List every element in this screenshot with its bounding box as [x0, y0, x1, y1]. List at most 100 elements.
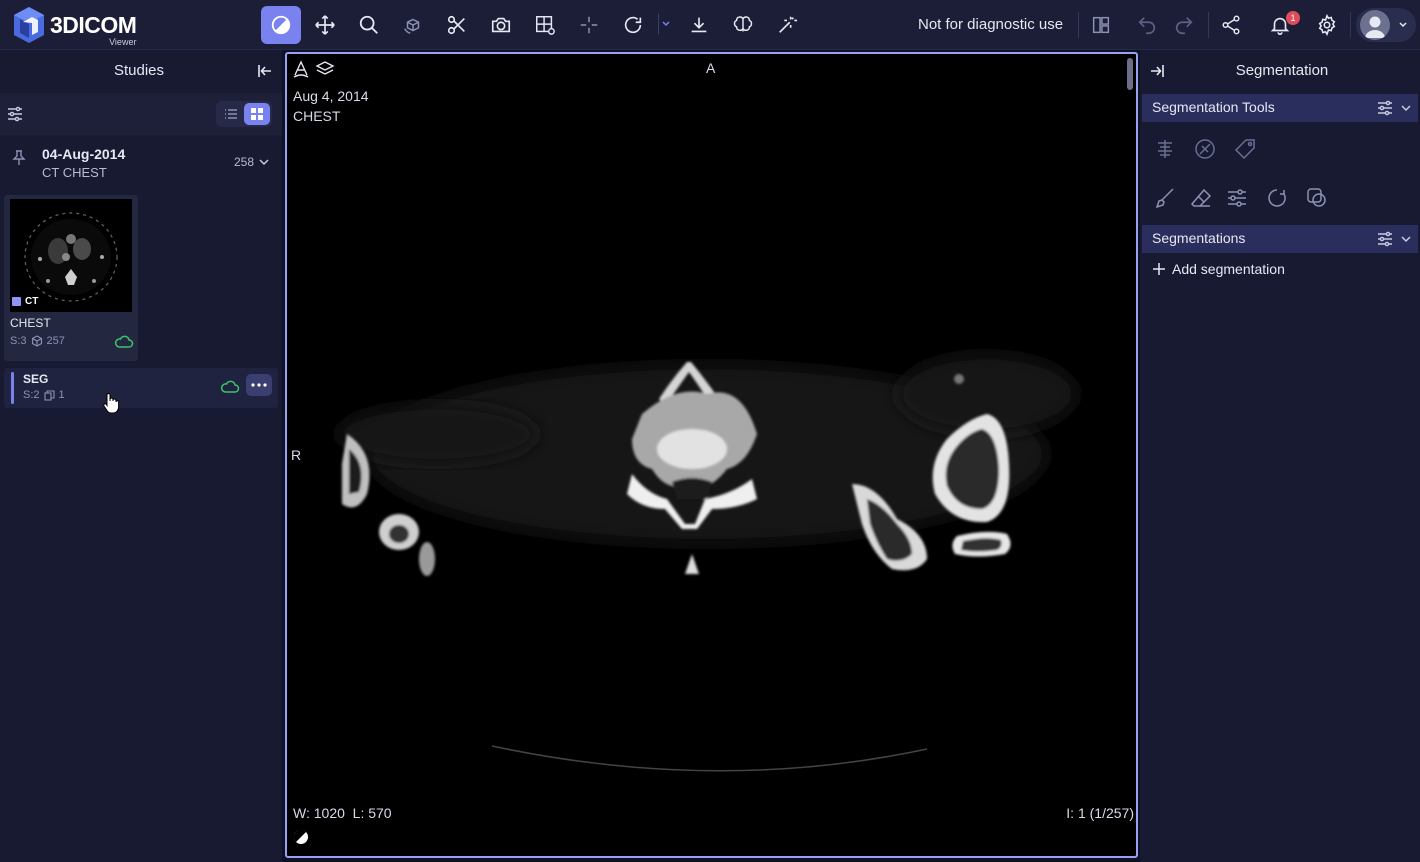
logo-text: 3DICOM Viewer — [50, 11, 137, 47]
study-description: CT CHEST — [42, 165, 107, 180]
selected-indicator — [11, 372, 14, 404]
add-segmentation-button[interactable]: Add segmentation — [1152, 261, 1285, 277]
label-tool-button[interactable] — [1230, 134, 1260, 164]
lasso-tool-button[interactable] — [1262, 183, 1292, 213]
segment-count: 1 — [58, 389, 65, 401]
collapse-panel-button[interactable] — [254, 60, 276, 82]
diagnostic-disclaimer: Not for diagnostic use — [918, 16, 1064, 33]
window-value: W: 1020 — [293, 805, 345, 821]
grid-settings-icon — [536, 16, 555, 35]
list-view-button[interactable] — [218, 103, 244, 125]
more-horizontal-icon — [251, 383, 267, 387]
rotate-icon — [624, 16, 642, 34]
download-tool-button[interactable] — [679, 6, 719, 44]
series-card-ct[interactable]: CT CHEST S:3 257 — [4, 195, 138, 361]
series-number: S:2 — [23, 389, 40, 401]
filter-button[interactable] — [4, 103, 26, 125]
download-icon — [691, 17, 707, 33]
redo-icon — [1175, 17, 1193, 35]
rotate-tool-button[interactable] — [613, 6, 653, 44]
capture-tool-button[interactable] — [481, 6, 521, 44]
series-name: CHEST — [10, 316, 51, 330]
adjust-tool-button[interactable] — [1222, 183, 1252, 213]
grid-view-button[interactable] — [244, 103, 270, 125]
layout-tool-button[interactable] — [525, 6, 565, 44]
slice-scrollbar[interactable] — [1127, 58, 1133, 90]
brush-icon — [1155, 188, 1174, 209]
pan-tool-button[interactable] — [305, 6, 345, 44]
brain-tool-button[interactable] — [723, 6, 763, 44]
avatar — [1360, 10, 1390, 40]
region-grow-tool-button[interactable] — [1190, 134, 1220, 164]
segmentations-header[interactable]: Segmentations — [1142, 225, 1418, 253]
modality-tag: CT — [12, 296, 38, 307]
studies-panel: Studies 04-Aug-2014 CT CHEST 258 CT CHES… — [0, 50, 282, 862]
hand-cursor-icon — [103, 393, 120, 414]
undo-button[interactable] — [1127, 6, 1167, 44]
series-card-seg[interactable]: SEG S:2 1 — [4, 368, 278, 408]
cut-tool-button[interactable] — [437, 6, 477, 44]
layout-grid-icon — [1092, 16, 1110, 34]
copy-icon — [43, 389, 55, 401]
contrast-icon[interactable] — [293, 829, 309, 845]
sliders-icon — [1228, 189, 1246, 207]
chevron-down-icon[interactable] — [1400, 233, 1412, 245]
settings-button[interactable] — [1307, 6, 1347, 44]
redo-button[interactable] — [1164, 6, 1204, 44]
layout-button[interactable] — [1081, 6, 1121, 44]
chevron-down-icon[interactable] — [1400, 102, 1412, 114]
magic-tool-button[interactable] — [767, 6, 807, 44]
orientation-marker-icon[interactable] — [291, 59, 311, 79]
level-value: L: 570 — [352, 805, 392, 821]
pin-icon[interactable] — [10, 149, 28, 167]
study-date: 04-Aug-2014 — [42, 146, 126, 162]
lasso-icon — [1268, 189, 1286, 207]
view-toggle — [216, 101, 272, 127]
collapse-right-panel-button[interactable] — [1146, 60, 1168, 82]
cloud-synced-icon — [115, 335, 134, 348]
undo-icon — [1138, 17, 1156, 35]
threshold-tool-button[interactable] — [1150, 134, 1180, 164]
share-button[interactable] — [1211, 6, 1251, 44]
layers-icon[interactable] — [315, 59, 335, 79]
app-logo[interactable]: 3DICOM Viewer — [12, 4, 152, 46]
chevron-down-icon[interactable] — [258, 156, 270, 168]
add-segmentation-label: Add segmentation — [1172, 261, 1285, 277]
image-viewport[interactable]: Aug 4, 2014 CHEST A R W: 1020 L: 570 I: … — [285, 52, 1138, 858]
more-options-button[interactable] — [246, 374, 272, 396]
brush-tool-button[interactable] — [1150, 183, 1180, 213]
series-name: SEG — [23, 372, 49, 386]
toolbar-divider — [1208, 12, 1209, 38]
crosshair-tool-button[interactable] — [569, 6, 609, 44]
scissors-icon — [447, 15, 465, 35]
move-icon — [315, 15, 335, 35]
sliders-icon[interactable] — [1376, 99, 1394, 117]
eraser-icon — [1190, 188, 1212, 207]
camera-icon — [491, 17, 511, 33]
rotate-dropdown-button[interactable] — [658, 14, 672, 34]
logo-cube-icon — [14, 7, 44, 43]
user-menu-button[interactable] — [1356, 8, 1416, 42]
top-toolbar: 3DICOM Viewer Not for diagnostic use 1 — [0, 0, 1420, 50]
zoom-tool-button[interactable] — [349, 6, 389, 44]
shapes-tool-button[interactable] — [1302, 183, 1332, 213]
sliders-icon[interactable] — [1376, 230, 1394, 248]
window-level-tool-button[interactable] — [261, 6, 301, 44]
study-header[interactable]: 04-Aug-2014 CT CHEST 258 — [0, 137, 282, 189]
collapse-left-icon — [258, 65, 271, 77]
cloud-synced-icon — [221, 380, 240, 393]
crosshair-icon — [580, 16, 598, 34]
rotate-3d-tool-button[interactable] — [393, 6, 433, 44]
share-icon — [1222, 15, 1240, 35]
gear-icon — [1318, 14, 1336, 36]
chevron-down-icon — [1399, 22, 1407, 28]
series-number: S:3 — [10, 335, 27, 347]
studies-filter-bar — [0, 93, 282, 135]
align-center-icon — [1158, 140, 1172, 158]
search-icon — [359, 15, 378, 34]
section-label: Segmentation Tools — [1152, 99, 1275, 115]
eraser-tool-button[interactable] — [1186, 183, 1216, 213]
segmentation-tools-header[interactable]: Segmentation Tools — [1142, 94, 1418, 122]
ct-axial-slice-image — [337, 354, 1077, 772]
panel-title: Studies — [113, 62, 165, 79]
